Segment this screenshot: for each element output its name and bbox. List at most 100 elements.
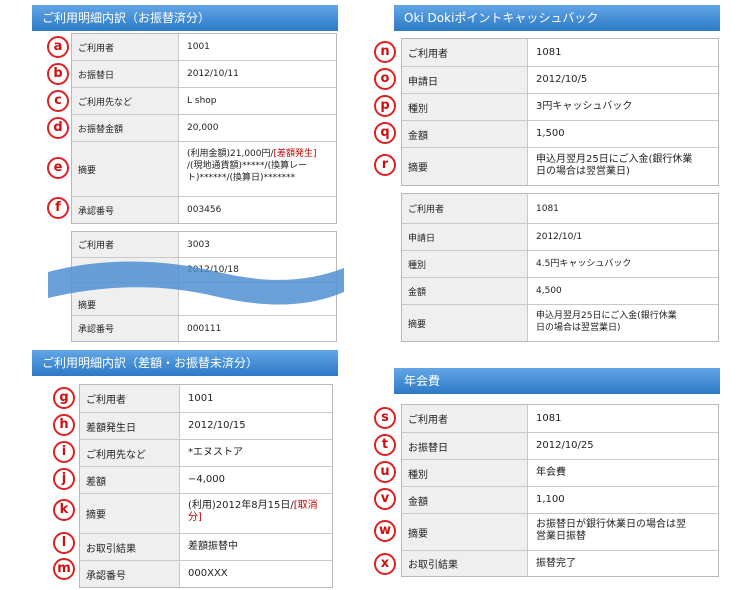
table-row: 種別 4.5円キャッシュバック	[402, 250, 718, 277]
row-value: 1081	[536, 203, 559, 214]
section-title: ご利用明細内訳（差額・お振替未済分）	[42, 356, 259, 370]
row-label: ご利用者	[402, 39, 528, 66]
section-title: 年会費	[404, 374, 441, 388]
note-text: お振替日が銀行休業日の場合は翌	[536, 519, 686, 530]
table-row: 摘要 (利用金額)21,000円/[差額発生] /(現地通貨額)*****/(換…	[72, 141, 336, 196]
row-value: 3003	[187, 239, 210, 250]
section-title: Oki Dokiポイントキャッシュバック	[404, 11, 599, 25]
row-value: 2012/10/5	[536, 74, 588, 85]
note-text: 営業日振替	[536, 531, 586, 542]
row-value: 1081	[536, 46, 562, 58]
row-label: 承認番号	[72, 197, 179, 223]
row-label: 申請日	[402, 67, 528, 93]
row-label: 差額発生日	[80, 413, 180, 439]
marker-f: f	[47, 197, 69, 219]
note-text: 日の場合は翌営業日)	[536, 323, 621, 333]
row-value: 000111	[187, 323, 222, 334]
section-title: ご利用明細内訳（お振替済分）	[42, 11, 211, 25]
row-label: 金額	[402, 487, 528, 513]
row-label: 承認番号	[72, 316, 179, 341]
unsettled-details-table: ご利用者 1001 差額発生日 2012/10/15 ご利用先など *エヌストア…	[79, 384, 333, 588]
table-row: 差額 −4,000	[80, 466, 332, 493]
row-value: お振替日が銀行休業日の場合は翌 営業日振替	[528, 514, 718, 550]
marker-u: u	[374, 461, 396, 483]
note-text: /(現地通貨額)*****/(換算レー	[187, 161, 308, 171]
table-row: お取引結果 差額振替中	[80, 533, 332, 560]
row-label: 摘要	[402, 148, 528, 185]
row-value: 1,500	[536, 128, 565, 139]
cashback-table: ご利用者 1081 申請日 2012/10/5 種別 3円キャッシュバック 金額…	[401, 38, 719, 186]
marker-e: e	[47, 157, 69, 179]
row-label: お振替日	[72, 61, 179, 87]
table-row: 承認番号 003456	[72, 196, 336, 223]
row-value: L shop	[187, 96, 217, 106]
row-label: 種別	[402, 251, 528, 277]
row-label: 種別	[402, 460, 528, 486]
row-value: 4,500	[536, 286, 562, 296]
marker-w: w	[374, 520, 396, 542]
table-row: ご利用者 1001	[80, 385, 332, 412]
table-row: 摘要 お振替日が銀行休業日の場合は翌 営業日振替	[402, 513, 718, 550]
row-value: *エヌストア	[188, 447, 243, 458]
row-label: 金額	[402, 278, 528, 304]
marker-r: r	[374, 154, 396, 176]
row-value: 振替完了	[536, 557, 576, 569]
marker-k: k	[53, 499, 75, 521]
row-label: 摘要	[72, 142, 179, 196]
table-row: ご利用者 1081	[402, 405, 718, 432]
row-label: 摘要	[402, 305, 528, 341]
row-label: 金額	[402, 121, 528, 147]
row-value: 2012/10/15	[188, 420, 246, 431]
marker-h: h	[53, 414, 75, 436]
table-row: ご利用先など L shop	[72, 87, 336, 114]
marker-s: s	[374, 407, 396, 429]
marker-p: p	[374, 95, 396, 117]
row-value: 4.5円キャッシュバック	[536, 259, 632, 269]
row-label: 差額	[80, 467, 180, 493]
row-label: お取引結果	[402, 551, 528, 576]
note-text: (利用)2012年8月15日/	[188, 500, 294, 511]
marker-i: i	[53, 441, 75, 463]
table-row: お取引結果 振替完了	[402, 550, 718, 576]
row-value: 差額振替中	[188, 541, 238, 552]
row-value: 申込月翌月25日にご入金(銀行休業 日の場合は翌営業日)	[528, 305, 718, 341]
annual-fee-table: ご利用者 1081 お振替日 2012/10/25 種別 年会費 金額 1,10…	[401, 404, 719, 577]
row-label: ご利用先など	[80, 440, 180, 466]
table-row: 金額 1,100	[402, 486, 718, 513]
row-value: 20,000	[187, 123, 219, 133]
table-row: 摘要 (利用)2012年8月15日/[取消分]	[80, 493, 332, 533]
marker-j: j	[53, 468, 75, 490]
row-value: 1,100	[536, 494, 565, 505]
omission-wave-graphic	[48, 261, 344, 305]
table-row: 差額発生日 2012/10/15	[80, 412, 332, 439]
row-label: ご利用者	[402, 405, 528, 432]
marker-n: n	[374, 41, 396, 63]
row-value: (利用金額)21,000円/[差額発生] /(現地通貨額)*****/(換算レー…	[179, 142, 336, 196]
section-header-unsettled: ご利用明細内訳（差額・お振替未済分）	[32, 350, 338, 376]
table-row: ご利用者 1001	[72, 34, 336, 60]
table-row: 摘要 申込月翌月25日にご入金(銀行休業 日の場合は翌営業日)	[402, 147, 718, 185]
marker-x: x	[374, 553, 396, 575]
row-value: 003456	[187, 205, 222, 215]
section-header-annual-fee: 年会費	[394, 368, 720, 394]
row-label: お振替日	[402, 433, 528, 459]
table-row: ご利用者 3003	[72, 232, 336, 257]
row-label: 摘要	[402, 514, 528, 550]
row-value: 000XXX	[188, 568, 228, 579]
row-label: お取引結果	[80, 534, 180, 560]
marker-o: o	[374, 68, 396, 90]
marker-a: a	[47, 36, 69, 58]
marker-t: t	[374, 434, 396, 456]
table-row: 申請日 2012/10/1	[402, 223, 718, 250]
note-text: 申込月翌月25日にご入金(銀行休業	[536, 154, 693, 165]
table-row: 種別 3円キャッシュバック	[402, 93, 718, 120]
row-label: お振替金額	[72, 115, 179, 141]
table-row: 承認番号 000XXX	[80, 560, 332, 587]
row-label: ご利用者	[72, 232, 179, 257]
table-row: 金額 1,500	[402, 120, 718, 147]
table-row: 摘要 申込月翌月25日にご入金(銀行休業 日の場合は翌営業日)	[402, 304, 718, 341]
marker-q: q	[374, 122, 396, 144]
row-value: 1081	[536, 412, 562, 424]
row-value: 2012/10/25	[536, 440, 594, 451]
marker-b: b	[47, 63, 69, 85]
